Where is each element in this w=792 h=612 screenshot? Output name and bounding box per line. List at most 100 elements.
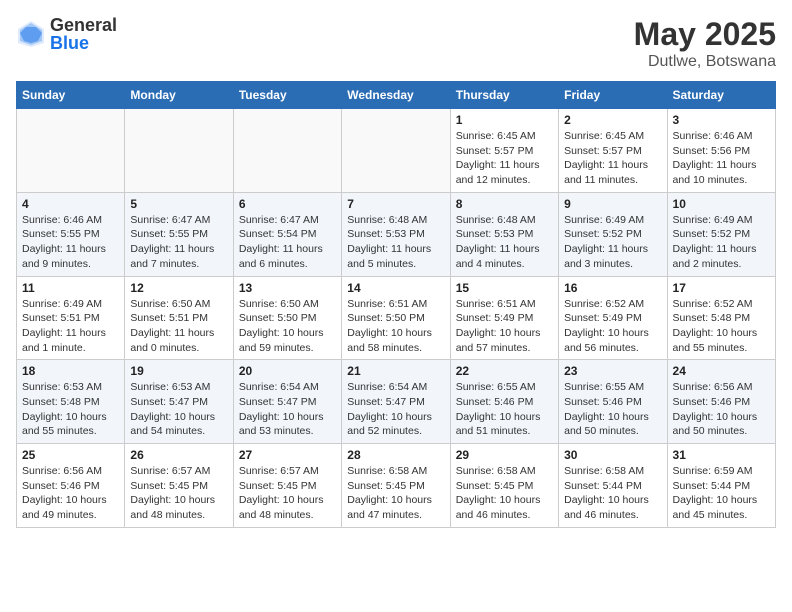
day-number: 15 bbox=[456, 281, 553, 295]
day-info: Sunrise: 6:52 AM Sunset: 5:49 PM Dayligh… bbox=[564, 297, 661, 356]
day-number: 10 bbox=[673, 197, 770, 211]
calendar-cell: 9 Sunrise: 6:49 AM Sunset: 5:52 PM Daylig… bbox=[559, 192, 667, 276]
calendar-week-row: 4Sunrise: 6:46 AM Sunset: 5:55 PM Daylig… bbox=[17, 192, 776, 276]
day-info: Sunrise: 6:47 AM Sunset: 5:55 PM Dayligh… bbox=[130, 213, 227, 272]
weekday-header-friday: Friday bbox=[559, 82, 667, 109]
calendar-cell: 28Sunrise: 6:58 AM Sunset: 5:45 PM Dayli… bbox=[342, 444, 450, 528]
day-info: Sunrise: 6:48 AM Sunset: 5:53 PM Dayligh… bbox=[347, 213, 444, 272]
calendar-cell: 25Sunrise: 6:56 AM Sunset: 5:46 PM Dayli… bbox=[17, 444, 125, 528]
calendar-cell: 27Sunrise: 6:57 AM Sunset: 5:45 PM Dayli… bbox=[233, 444, 341, 528]
weekday-header-wednesday: Wednesday bbox=[342, 82, 450, 109]
day-info: Sunrise: 6:58 AM Sunset: 5:44 PM Dayligh… bbox=[564, 464, 661, 523]
calendar-cell: 29 Sunrise: 6:58 AM Sunset: 5:45 PM Dayli… bbox=[450, 444, 558, 528]
day-info: Sunrise: 6:50 AM Sunset: 5:50 PM Dayligh… bbox=[239, 297, 336, 356]
month-title: May 2025 bbox=[634, 16, 776, 53]
day-number: 1 bbox=[456, 113, 553, 127]
calendar-cell: 18Sunrise: 6:53 AM Sunset: 5:48 PM Dayli… bbox=[17, 360, 125, 444]
day-number: 9 bbox=[564, 197, 661, 211]
calendar-cell: 6Sunrise: 6:47 AM Sunset: 5:54 PM Daylig… bbox=[233, 192, 341, 276]
day-number: 27 bbox=[239, 448, 336, 462]
day-info: Sunrise: 6:57 AM Sunset: 5:45 PM Dayligh… bbox=[130, 464, 227, 523]
day-number: 29 bbox=[456, 448, 553, 462]
calendar-cell: 23 Sunrise: 6:55 AM Sunset: 5:46 PM Dayli… bbox=[559, 360, 667, 444]
day-number: 6 bbox=[239, 197, 336, 211]
calendar-cell: 31 Sunrise: 6:59 AM Sunset: 5:44 PM Dayli… bbox=[667, 444, 775, 528]
day-number: 11 bbox=[22, 281, 119, 295]
calendar-week-row: 18Sunrise: 6:53 AM Sunset: 5:48 PM Dayli… bbox=[17, 360, 776, 444]
calendar-week-row: 1 Sunrise: 6:45 AM Sunset: 5:57 PM Daylig… bbox=[17, 109, 776, 193]
day-info: Sunrise: 6:51 AM Sunset: 5:49 PM Dayligh… bbox=[456, 297, 553, 356]
day-number: 31 bbox=[673, 448, 770, 462]
calendar-cell: 30Sunrise: 6:58 AM Sunset: 5:44 PM Dayli… bbox=[559, 444, 667, 528]
day-info: Sunrise: 6:58 AM Sunset: 5:45 PM Dayligh… bbox=[456, 464, 553, 523]
calendar-cell bbox=[17, 109, 125, 193]
day-number: 13 bbox=[239, 281, 336, 295]
calendar-cell bbox=[125, 109, 233, 193]
calendar-cell: 4Sunrise: 6:46 AM Sunset: 5:55 PM Daylig… bbox=[17, 192, 125, 276]
calendar-cell bbox=[233, 109, 341, 193]
day-number: 2 bbox=[564, 113, 661, 127]
day-number: 12 bbox=[130, 281, 227, 295]
weekday-header-tuesday: Tuesday bbox=[233, 82, 341, 109]
calendar-cell bbox=[342, 109, 450, 193]
day-info: Sunrise: 6:45 AM Sunset: 5:57 PM Dayligh… bbox=[564, 129, 661, 188]
page-header: General Blue May 2025 Dutlwe, Botswana bbox=[16, 16, 776, 71]
day-info: Sunrise: 6:54 AM Sunset: 5:47 PM Dayligh… bbox=[239, 380, 336, 439]
logo-blue-text: Blue bbox=[50, 34, 117, 52]
calendar-cell: 22Sunrise: 6:55 AM Sunset: 5:46 PM Dayli… bbox=[450, 360, 558, 444]
calendar-cell: 1 Sunrise: 6:45 AM Sunset: 5:57 PM Daylig… bbox=[450, 109, 558, 193]
day-info: Sunrise: 6:55 AM Sunset: 5:46 PM Dayligh… bbox=[564, 380, 661, 439]
day-info: Sunrise: 6:59 AM Sunset: 5:44 PM Dayligh… bbox=[673, 464, 770, 523]
day-number: 19 bbox=[130, 364, 227, 378]
day-info: Sunrise: 6:51 AM Sunset: 5:50 PM Dayligh… bbox=[347, 297, 444, 356]
day-info: Sunrise: 6:55 AM Sunset: 5:46 PM Dayligh… bbox=[456, 380, 553, 439]
calendar-cell: 20 Sunrise: 6:54 AM Sunset: 5:47 PM Dayli… bbox=[233, 360, 341, 444]
calendar-body: 1 Sunrise: 6:45 AM Sunset: 5:57 PM Daylig… bbox=[17, 109, 776, 528]
day-info: Sunrise: 6:54 AM Sunset: 5:47 PM Dayligh… bbox=[347, 380, 444, 439]
day-info: Sunrise: 6:49 AM Sunset: 5:51 PM Dayligh… bbox=[22, 297, 119, 356]
calendar-week-row: 25Sunrise: 6:56 AM Sunset: 5:46 PM Dayli… bbox=[17, 444, 776, 528]
day-number: 14 bbox=[347, 281, 444, 295]
day-info: Sunrise: 6:58 AM Sunset: 5:45 PM Dayligh… bbox=[347, 464, 444, 523]
calendar-cell: 11 Sunrise: 6:49 AM Sunset: 5:51 PM Dayli… bbox=[17, 276, 125, 360]
weekday-header-sunday: Sunday bbox=[17, 82, 125, 109]
day-info: Sunrise: 6:46 AM Sunset: 5:56 PM Dayligh… bbox=[673, 129, 770, 188]
calendar-cell: 16 Sunrise: 6:52 AM Sunset: 5:49 PM Dayli… bbox=[559, 276, 667, 360]
calendar-cell: 14 Sunrise: 6:51 AM Sunset: 5:50 PM Dayli… bbox=[342, 276, 450, 360]
calendar-cell: 15 Sunrise: 6:51 AM Sunset: 5:49 PM Dayli… bbox=[450, 276, 558, 360]
calendar-cell: 12 Sunrise: 6:50 AM Sunset: 5:51 PM Dayli… bbox=[125, 276, 233, 360]
calendar-cell: 17Sunrise: 6:52 AM Sunset: 5:48 PM Dayli… bbox=[667, 276, 775, 360]
day-info: Sunrise: 6:53 AM Sunset: 5:47 PM Dayligh… bbox=[130, 380, 227, 439]
day-number: 21 bbox=[347, 364, 444, 378]
day-number: 25 bbox=[22, 448, 119, 462]
calendar-cell: 3 Sunrise: 6:46 AM Sunset: 5:56 PM Daylig… bbox=[667, 109, 775, 193]
day-info: Sunrise: 6:45 AM Sunset: 5:57 PM Dayligh… bbox=[456, 129, 553, 188]
day-number: 3 bbox=[673, 113, 770, 127]
calendar-week-row: 11 Sunrise: 6:49 AM Sunset: 5:51 PM Dayli… bbox=[17, 276, 776, 360]
calendar-header: SundayMondayTuesdayWednesdayThursdayFrid… bbox=[17, 82, 776, 109]
calendar-cell: 2 Sunrise: 6:45 AM Sunset: 5:57 PM Daylig… bbox=[559, 109, 667, 193]
day-info: Sunrise: 6:49 AM Sunset: 5:52 PM Dayligh… bbox=[673, 213, 770, 272]
logo-icon bbox=[16, 19, 46, 49]
calendar-table: SundayMondayTuesdayWednesdayThursdayFrid… bbox=[16, 81, 776, 528]
day-number: 7 bbox=[347, 197, 444, 211]
logo: General Blue bbox=[16, 16, 117, 52]
weekday-header-monday: Monday bbox=[125, 82, 233, 109]
day-number: 23 bbox=[564, 364, 661, 378]
day-number: 24 bbox=[673, 364, 770, 378]
calendar-cell: 5 Sunrise: 6:47 AM Sunset: 5:55 PM Daylig… bbox=[125, 192, 233, 276]
calendar-cell: 7 Sunrise: 6:48 AM Sunset: 5:53 PM Daylig… bbox=[342, 192, 450, 276]
calendar-cell: 19 Sunrise: 6:53 AM Sunset: 5:47 PM Dayli… bbox=[125, 360, 233, 444]
day-info: Sunrise: 6:50 AM Sunset: 5:51 PM Dayligh… bbox=[130, 297, 227, 356]
logo-text: General Blue bbox=[50, 16, 117, 52]
day-info: Sunrise: 6:49 AM Sunset: 5:52 PM Dayligh… bbox=[564, 213, 661, 272]
day-number: 4 bbox=[22, 197, 119, 211]
day-number: 16 bbox=[564, 281, 661, 295]
day-number: 5 bbox=[130, 197, 227, 211]
calendar-cell: 13 Sunrise: 6:50 AM Sunset: 5:50 PM Dayli… bbox=[233, 276, 341, 360]
logo-general-text: General bbox=[50, 16, 117, 34]
day-info: Sunrise: 6:48 AM Sunset: 5:53 PM Dayligh… bbox=[456, 213, 553, 272]
day-info: Sunrise: 6:56 AM Sunset: 5:46 PM Dayligh… bbox=[673, 380, 770, 439]
day-number: 20 bbox=[239, 364, 336, 378]
title-block: May 2025 Dutlwe, Botswana bbox=[634, 16, 776, 71]
